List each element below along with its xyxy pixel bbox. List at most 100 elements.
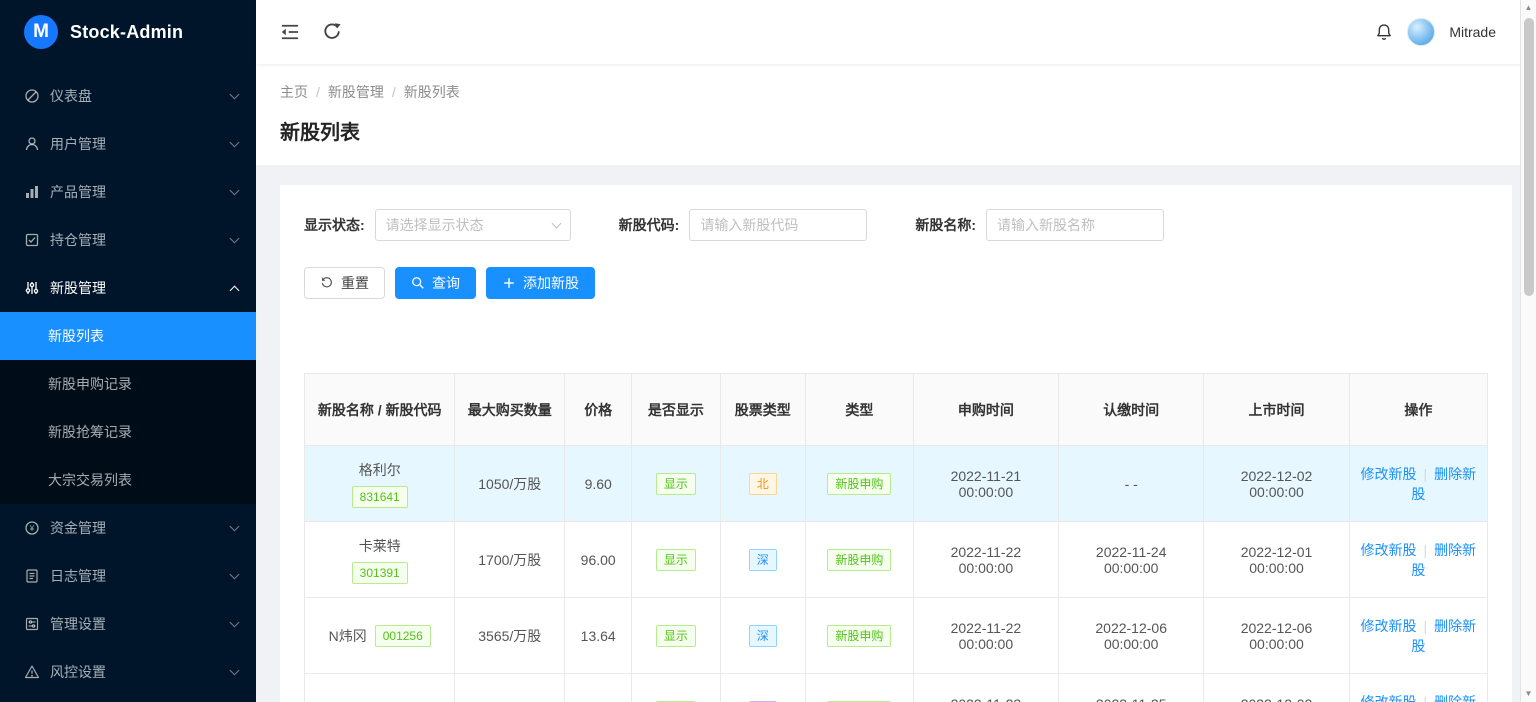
stock-code-tag: 301391 [352, 562, 408, 584]
action-divider: | [1424, 694, 1428, 702]
search-icon [411, 276, 425, 290]
refresh-icon[interactable] [322, 22, 342, 42]
type-tag: 新股申购 [827, 473, 891, 495]
sidebar-item-label: 产品管理 [50, 182, 221, 202]
table-row[interactable]: 格利尔 831641 1050/万股 9.60 显示 北 新股申购 2022-1… [305, 446, 1488, 522]
breadcrumb-home[interactable]: 主页 [280, 82, 308, 102]
sidebar-item-label: 新股管理 [50, 278, 221, 298]
cell-stock-type: 北 [720, 446, 805, 522]
breadcrumb: 主页 / 新股管理 / 新股列表 [280, 82, 1512, 102]
filter-group-name: 新股名称: [915, 209, 1164, 241]
scrollbar-down-arrow[interactable]: ▼ [1525, 686, 1533, 702]
cell-visible: 显示 [632, 446, 720, 522]
sidebar-subitem-new-stock-list[interactable]: 新股列表 [0, 312, 256, 360]
status-select[interactable]: 请选择显示状态 [375, 209, 571, 241]
cell-type: 新股申购 [805, 598, 913, 674]
cell-name-code: 三未信安 [305, 674, 455, 702]
topbar: Mitrade [256, 0, 1536, 64]
button-row: 重置 查询 添加新股 [304, 267, 1488, 299]
cell-actions: 修改新股 |删除新股 [1349, 446, 1487, 522]
query-button[interactable]: 查询 [395, 267, 476, 299]
sidebar-item-admin-settings[interactable]: 管理设置 [0, 600, 256, 648]
sliders-icon [24, 280, 40, 296]
main-area: Mitrade 主页 / 新股管理 / 新股列表 新股列表 显示状态: [256, 0, 1536, 702]
scrollbar-up-arrow[interactable]: ▲ [1525, 0, 1533, 16]
breadcrumb-separator: / [316, 84, 320, 100]
stock-type-tag: 北 [749, 473, 777, 495]
cell-pay-time: 2022-12-06 00:00:00 [1059, 598, 1204, 674]
sidebar-item-funds[interactable]: ¥ 资金管理 [0, 504, 256, 552]
cell-pay-time: - - [1059, 446, 1204, 522]
query-button-label: 查询 [432, 273, 460, 293]
sidebar-item-new-stocks[interactable]: 新股管理 [0, 264, 256, 312]
stock-name-input[interactable] [986, 209, 1164, 241]
sidebar-item-positions[interactable]: 持仓管理 [0, 216, 256, 264]
stock-table-wrap: 新股名称 / 新股代码 最大购买数量 价格 是否显示 股票类型 类型 申购时间 … [304, 373, 1488, 702]
chevron-down-icon [230, 570, 240, 580]
edit-stock-link[interactable]: 修改新股 [1361, 694, 1417, 702]
delete-stock-link[interactable]: 删除新股 [1411, 466, 1476, 502]
stock-code-input[interactable] [689, 209, 867, 241]
sidebar-item-label: 用户管理 [50, 134, 221, 154]
scrollbar-thumb[interactable] [1524, 18, 1534, 296]
chevron-down-icon [230, 618, 240, 628]
cell-price: 9.60 [565, 446, 632, 522]
delete-stock-link[interactable]: 删除新股 [1411, 694, 1476, 702]
table-row[interactable]: 三未信安 1914/万股 78.89 显示 沪 新股申购 2022-11-23 … [305, 674, 1488, 702]
add-stock-button[interactable]: 添加新股 [486, 267, 595, 299]
sidebar-item-dashboard[interactable]: 仪表盘 [0, 72, 256, 120]
table-row[interactable]: N炜冈 001256 3565/万股 13.64 显示 深 新股申购 2022-… [305, 598, 1488, 674]
cell-stock-type: 深 [720, 522, 805, 598]
menu-fold-icon[interactable] [280, 22, 300, 42]
scrollbar[interactable]: ▲ ▼ [1520, 0, 1536, 702]
cell-apply-time: 2022-11-21 00:00:00 [913, 446, 1058, 522]
stock-name: 格利尔 [359, 460, 401, 480]
cell-price: 13.64 [565, 598, 632, 674]
sidebar-subitem-subscribe-records[interactable]: 新股申购记录 [0, 360, 256, 408]
col-header-actions: 操作 [1349, 374, 1487, 446]
sidebar-subitem-block-trade-list[interactable]: 大宗交易列表 [0, 456, 256, 504]
type-tag: 新股申购 [827, 625, 891, 647]
warning-triangle-icon [24, 664, 40, 680]
cell-price: 78.89 [565, 674, 632, 702]
sidebar-item-logs[interactable]: 日志管理 [0, 552, 256, 600]
user-name[interactable]: Mitrade [1449, 24, 1496, 40]
user-icon [24, 136, 40, 152]
add-stock-button-label: 添加新股 [523, 273, 579, 293]
notification-bell-icon[interactable] [1375, 23, 1393, 41]
action-divider: | [1424, 466, 1428, 482]
stock-name: 卡莱特 [359, 536, 401, 556]
table-row[interactable]: 卡莱特 301391 1700/万股 96.00 显示 深 新股申购 2022-… [305, 522, 1488, 598]
cell-apply-time: 2022-11-23 00:00:00 [913, 674, 1058, 702]
col-header-max-buy: 最大购买数量 [455, 374, 565, 446]
sidebar-item-products[interactable]: 产品管理 [0, 168, 256, 216]
delete-stock-link[interactable]: 删除新股 [1411, 542, 1476, 578]
user-avatar[interactable] [1407, 18, 1435, 46]
visible-tag: 显示 [656, 473, 696, 495]
cell-type: 新股申购 [805, 522, 913, 598]
col-header-list-time: 上市时间 [1204, 374, 1349, 446]
reset-button[interactable]: 重置 [304, 267, 385, 299]
chevron-down-icon [230, 666, 240, 676]
sidebar-subitem-grab-records[interactable]: 新股抢筹记录 [0, 408, 256, 456]
delete-stock-link[interactable]: 删除新股 [1411, 618, 1476, 654]
col-header-price: 价格 [565, 374, 632, 446]
cell-actions: 修改新股|删除新股 [1349, 522, 1487, 598]
dashboard-icon [24, 88, 40, 104]
cell-apply-time: 2022-11-22 00:00:00 [913, 598, 1058, 674]
sidebar-item-risk-settings[interactable]: 风控设置 [0, 648, 256, 696]
stock-type-tag: 深 [749, 625, 777, 647]
sidebar-item-users[interactable]: 用户管理 [0, 120, 256, 168]
topbar-right: Mitrade [1375, 18, 1496, 46]
box-check-icon [24, 232, 40, 248]
cell-name-code: N炜冈 001256 [305, 598, 455, 674]
cell-visible: 显示 [632, 522, 720, 598]
edit-stock-link[interactable]: 修改新股 [1361, 466, 1417, 482]
col-header-pay-time: 认缴时间 [1059, 374, 1204, 446]
cell-type: 新股申购 [805, 446, 913, 522]
app-title: Stock-Admin [70, 22, 183, 43]
edit-stock-link[interactable]: 修改新股 [1361, 542, 1417, 558]
edit-stock-link[interactable]: 修改新股 [1361, 618, 1417, 634]
chevron-down-icon [230, 522, 240, 532]
breadcrumb-new-stock-mgmt[interactable]: 新股管理 [328, 82, 384, 102]
